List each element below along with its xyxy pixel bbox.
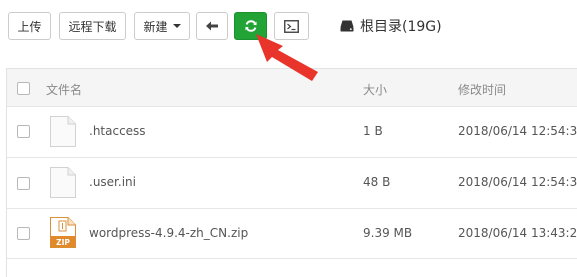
remote-download-button[interactable]: 远程下载	[59, 12, 126, 40]
file-size: 48 B	[363, 175, 391, 189]
back-button[interactable]	[196, 12, 228, 40]
row-checkbox[interactable]	[17, 125, 30, 138]
column-modified-header[interactable]: 修改时间	[458, 81, 506, 98]
file-size: 9.39 MB	[363, 226, 413, 240]
table-header: 文件名 大小 修改时间	[7, 69, 577, 107]
upload-button[interactable]: 上传	[8, 12, 51, 40]
row-checkbox[interactable]	[17, 227, 30, 240]
file-icon	[50, 116, 76, 147]
disk-info[interactable]: 根目录(19G)	[340, 17, 442, 35]
new-label: 新建	[143, 19, 168, 34]
row-checkbox[interactable]	[17, 177, 30, 190]
remote-download-label: 远程下载	[68, 19, 117, 34]
arrow-left-icon	[206, 21, 218, 31]
terminal-button[interactable]	[274, 12, 309, 40]
new-dropdown-button[interactable]: 新建	[134, 12, 190, 40]
file-modified: 2018/06/14 12:54:37	[458, 124, 577, 138]
toolbar: 上传 远程下载 新建 根目录(19G)	[0, 0, 577, 54]
select-all-checkbox[interactable]	[17, 82, 30, 95]
refresh-icon	[244, 20, 257, 32]
file-name[interactable]: .htaccess	[89, 124, 146, 138]
file-table: 文件名 大小 修改时间 .htaccess 1 B 2018/06/14 12:…	[6, 68, 577, 277]
zip-file-icon: ZIP	[50, 217, 76, 248]
file-name[interactable]: .user.ini	[89, 175, 136, 189]
file-name[interactable]: wordpress-4.9.4-zh_CN.zip	[89, 226, 248, 240]
chevron-down-icon	[172, 24, 181, 28]
disk-label: 根目录(19G)	[360, 19, 442, 35]
zip-tag: ZIP	[56, 238, 70, 247]
column-name-header[interactable]: 文件名	[46, 81, 82, 98]
upload-label: 上传	[17, 19, 42, 34]
table-row[interactable]: .htaccess 1 B 2018/06/14 12:54:37	[7, 107, 577, 158]
file-size: 1 B	[363, 124, 383, 138]
refresh-button[interactable]	[234, 12, 267, 40]
file-modified: 2018/06/14 12:54:37	[458, 175, 577, 189]
file-icon	[50, 167, 76, 198]
column-size-header[interactable]: 大小	[363, 81, 387, 98]
terminal-icon	[284, 19, 299, 33]
hard-drive-icon	[340, 20, 354, 32]
file-modified: 2018/06/14 13:43:23	[458, 226, 577, 240]
table-row[interactable]: .user.ini 48 B 2018/06/14 12:54:37	[7, 158, 577, 209]
table-row[interactable]: ZIP wordpress-4.9.4-zh_CN.zip 9.39 MB 20…	[7, 209, 577, 259]
